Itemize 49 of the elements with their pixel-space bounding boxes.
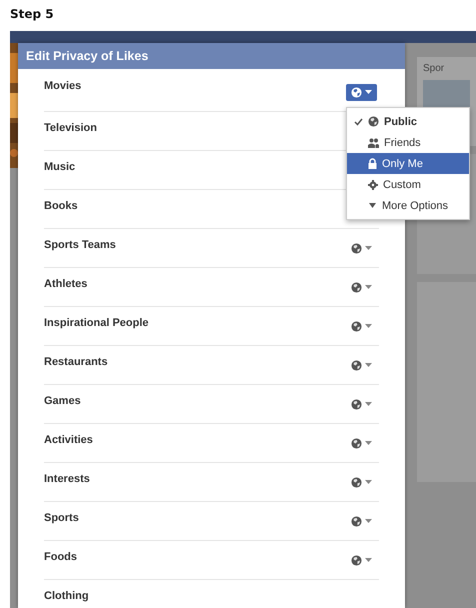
globe-icon [351,242,362,254]
side-heading: Spor [423,63,446,74]
caret-icon [365,519,372,523]
category-label: Athletes [44,278,88,290]
menu-item[interactable]: Friends [347,132,469,153]
category-label: Movies [44,80,82,92]
category-label: Sports [44,512,79,524]
category-label: Interests [44,473,90,485]
category-label: Restaurants [44,356,108,368]
menu-item[interactable]: Public [347,111,469,132]
gear-icon [368,180,378,190]
globe-icon [351,398,362,410]
caret-icon [365,90,372,94]
category-label: Games [44,395,81,407]
caret-icon [365,402,372,406]
globe-icon [351,438,362,448]
category-label: Books [44,200,78,212]
category-label: Clothing [44,590,89,602]
check-icon [354,118,362,126]
menu-item[interactable]: More Options [347,195,469,216]
globe-icon [351,360,362,370]
globe-icon [351,86,362,98]
lock-icon [368,158,377,169]
menu-item[interactable]: Custom [347,174,469,195]
caret-icon [365,285,372,289]
people-icon [368,138,379,148]
category-label: Foods [44,551,77,563]
category-label: Sports Teams [44,239,116,251]
globe-icon [368,116,379,127]
globe-icon [351,554,362,566]
caret-icon [368,203,377,208]
category-label: Inspirational People [44,317,149,329]
globe-icon [351,282,362,292]
dialog-title: Edit Privacy of Likes [18,43,405,69]
globe-icon [351,320,362,332]
category-label: Activities [44,434,93,446]
category-label: Music [44,161,76,173]
menu-item[interactable]: Only Me [347,153,469,174]
caret-icon [365,480,372,484]
caret-icon [365,324,372,328]
caret-icon [365,441,372,445]
caret-icon [365,246,372,250]
globe-icon [351,476,362,488]
privacy-selector[interactable] [346,84,377,100]
step-title: Step 5 [9,6,55,23]
globe-icon [351,516,362,526]
caret-icon [365,558,372,562]
category-label: Television [44,122,97,134]
caret-icon [365,363,372,367]
